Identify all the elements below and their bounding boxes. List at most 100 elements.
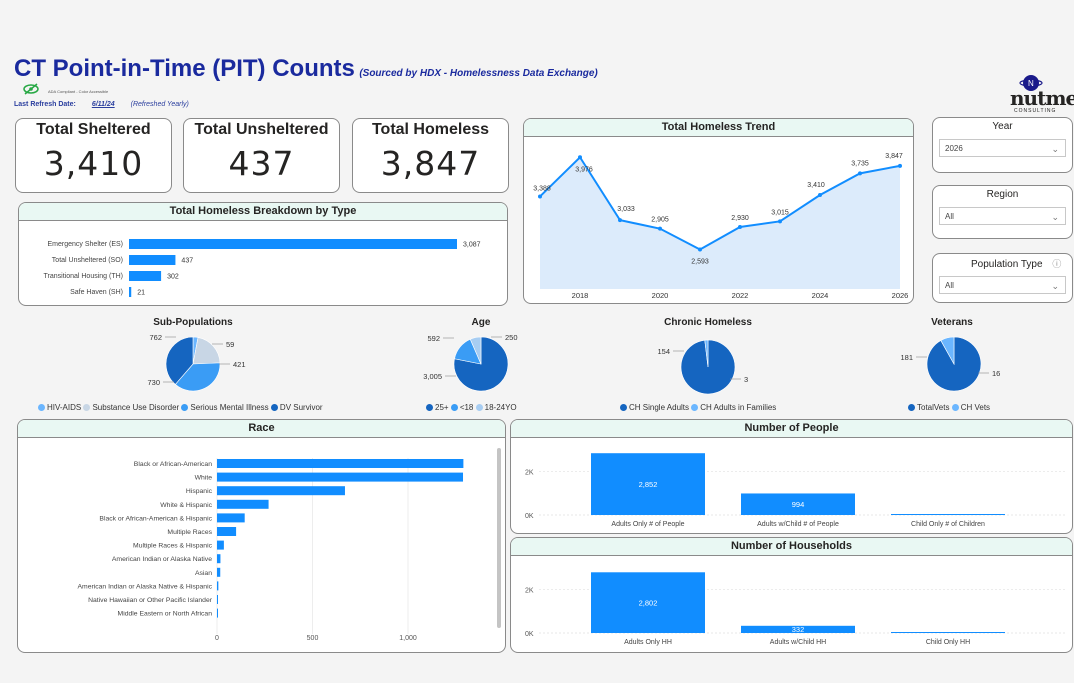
- legend-item[interactable]: Serious Mental Illness: [181, 403, 269, 412]
- pie-data-label: 3,005: [423, 372, 442, 381]
- refresh-note: (Refreshed Yearly): [130, 101, 189, 108]
- category-label: Adults w/Child # of People: [757, 521, 839, 528]
- pie-title: Veterans: [931, 317, 973, 328]
- subpop-legend: HIV-AIDS Substance Use Disorder Serious …: [38, 403, 323, 412]
- breakdown-category-label: Total Unsheltered (SO): [52, 257, 123, 264]
- race-bar: [217, 472, 464, 482]
- legend-item[interactable]: HIV-AIDS: [38, 403, 81, 412]
- age-legend: 25+ <18 18-24YO: [426, 403, 517, 412]
- trend-point: [698, 247, 702, 252]
- breakdown-category-label: Transitional Housing (TH): [44, 273, 124, 280]
- race-x-tick: 0: [215, 635, 219, 642]
- race-card: Race 0 500 1,000 Black or African-American W…: [17, 419, 506, 653]
- legend-label: TotalVets: [917, 403, 950, 412]
- refresh-info: Last Refresh Date: 6/11/24 (Refreshed Ye…: [14, 101, 189, 108]
- legend-item[interactable]: DV Survivor: [270, 403, 323, 412]
- people-card: Number of People 0K 2K 2,852 Adults Only # …: [510, 419, 1073, 534]
- population-slicer[interactable]: Population Type ⓘ All ⌄: [932, 253, 1073, 303]
- y-tick: 0K: [525, 513, 534, 520]
- pie-data-label: 181: [900, 353, 913, 362]
- race-scrollbar: [497, 448, 501, 628]
- race-category-label: White & Hispanic: [160, 502, 212, 509]
- legend-dot: [450, 404, 458, 411]
- legend-label: HIV-AIDS: [47, 403, 82, 412]
- legend-item[interactable]: CH Adults in Families: [691, 403, 776, 412]
- pie-charts: Sub-Populations 762 59 421 730 Age 592 250 3,005…: [147, 317, 1000, 395]
- race-bar: [217, 595, 218, 604]
- kpi-value: 3,410: [43, 144, 144, 183]
- population-value: All: [945, 281, 954, 290]
- race-bar: [217, 540, 224, 550]
- race-category-label: Native Hawaiian or Other Pacific Islande…: [88, 597, 213, 604]
- race-category-label: Multiple Races: [167, 529, 212, 536]
- pie-data-label: 154: [657, 347, 670, 356]
- race-category-label: Black or African-American & Hispanic: [99, 515, 212, 522]
- legend-dot: [181, 404, 189, 411]
- legend-item[interactable]: CH Single Adults: [620, 403, 689, 412]
- kpi-total-homeless: Total Homeless 3,847: [352, 118, 509, 193]
- year-slicer[interactable]: Year 2026 ⌄: [932, 117, 1073, 173]
- race-x-tick: 500: [307, 635, 319, 642]
- race-bar: [217, 608, 218, 618]
- pie-data-label: 59: [226, 340, 234, 349]
- chevron-down-icon: ⌄: [1051, 144, 1059, 154]
- legend-item[interactable]: CH Vets: [951, 403, 990, 412]
- ada-label: ADA Compliant - Color Accessible: [48, 89, 109, 94]
- population-dropdown[interactable]: All ⌄: [939, 276, 1066, 294]
- trend-data-label: 3,410: [807, 182, 825, 189]
- legend-dot: [691, 404, 699, 411]
- race-bar: [217, 527, 237, 536]
- race-category-label: Black or African-American: [134, 461, 212, 468]
- race-bar: [217, 567, 221, 577]
- race-category-label: Multiple Races & Hispanic: [133, 543, 213, 550]
- trend-area: [540, 157, 900, 289]
- trend-point: [658, 226, 662, 231]
- trend-x-tick: 2022: [732, 291, 749, 300]
- category-label: Adults Only HH: [624, 639, 672, 646]
- kpi-value: 3,847: [380, 144, 481, 183]
- year-dropdown[interactable]: 2026 ⌄: [939, 139, 1066, 157]
- year-value: 2026: [945, 144, 963, 153]
- trend-data-label: 2,930: [731, 215, 749, 222]
- breakdown-data-label: 21: [137, 290, 145, 297]
- refresh-date: 6/11/24: [91, 101, 115, 108]
- race-bar: [217, 513, 245, 523]
- pie-data-label: 421: [233, 360, 246, 369]
- legend-dot: [908, 404, 915, 411]
- kpi-label: Total Sheltered: [36, 121, 151, 138]
- pie-data-label: 3: [744, 375, 748, 384]
- legend-label: CH Adults in Families: [700, 403, 777, 412]
- race-category-label: Asian: [195, 570, 212, 577]
- breakdown-bar: [129, 239, 457, 249]
- trend-point: [898, 163, 902, 168]
- refresh-label: Last Refresh Date:: [14, 101, 76, 108]
- legend-item[interactable]: 18-24YO: [475, 403, 517, 412]
- race-category-label: American Indian or Alaska Native: [112, 556, 212, 563]
- pie-title: Sub-Populations: [153, 317, 233, 328]
- region-slicer[interactable]: Region All ⌄: [932, 185, 1073, 239]
- legend-label: DV Survivor: [279, 403, 323, 412]
- legend-item[interactable]: <18: [450, 403, 473, 412]
- info-icon[interactable]: ⓘ: [1052, 259, 1061, 269]
- region-value: All: [945, 212, 954, 221]
- legend-item[interactable]: TotalVets: [908, 403, 949, 412]
- category-label: Child Only HH: [926, 639, 970, 646]
- race-bar: [217, 459, 464, 468]
- pie-data-label: 250: [505, 333, 518, 342]
- trend-point: [738, 225, 742, 229]
- trend-data-label: 3,976: [575, 166, 593, 173]
- legend-item[interactable]: Substance Use Disorder: [83, 403, 179, 412]
- legend-dot: [426, 404, 433, 411]
- category-label: Child Only # of Children: [911, 521, 985, 528]
- breakdown-category-label: Safe Haven (SH): [70, 289, 123, 296]
- legend-dot: [270, 404, 278, 411]
- trend-data-label: 3,847: [885, 153, 903, 160]
- race-bar: [217, 486, 345, 496]
- legend-item[interactable]: 25+: [426, 403, 449, 412]
- breakdown-data-label: 437: [181, 258, 193, 265]
- data-label: 2,852: [639, 480, 658, 489]
- pie-data-label: 730: [147, 378, 160, 387]
- category-label: Adults w/Child HH: [770, 639, 826, 646]
- trend-card: Total Homeless Trend 3,388 3,976 3,033 2,90…: [523, 118, 914, 304]
- region-dropdown[interactable]: All ⌄: [939, 207, 1066, 225]
